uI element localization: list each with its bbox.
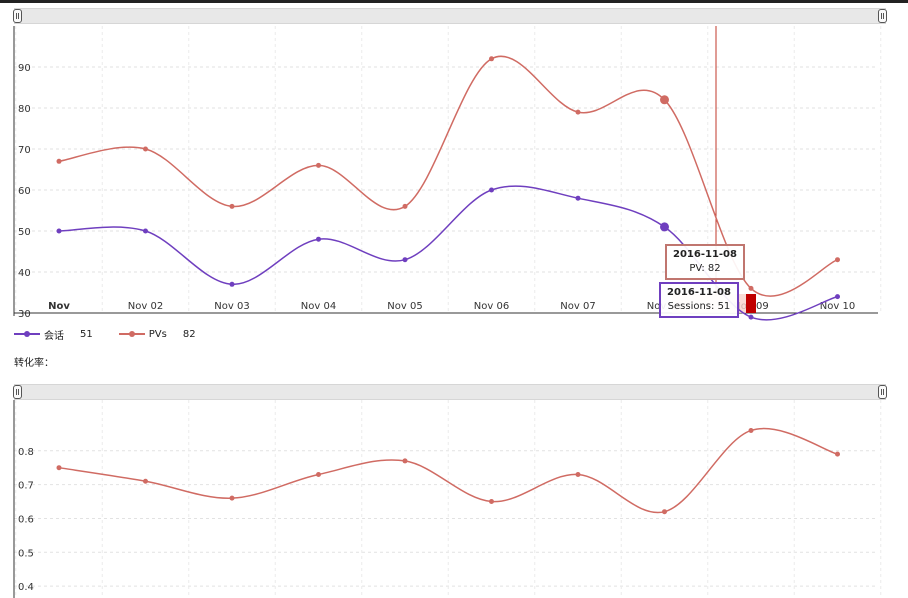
data-point[interactable] [229,495,235,501]
conversion-rate-chart: 0.30.40.50.60.70.8 [13,400,882,598]
y-tick-label: 0.5 [18,548,34,559]
tooltip-pv-value: PV: 82 [689,263,721,274]
y-tick-label: 0.6 [18,514,34,525]
series-line [58,427,838,514]
data-point[interactable] [748,427,754,433]
tooltip-sessions-value: Sessions: 51 [667,301,731,312]
tooltip-sessions: 2016-11-08 Sessions: 51 [659,282,739,318]
data-point[interactable] [143,478,148,484]
data-point[interactable] [662,509,667,515]
tooltip-pv: 2016-11-08 PV: 82 [665,244,745,280]
tooltip-sessions-date: 2016-11-08 [667,287,731,298]
y-tick-label: 0.7 [18,481,34,492]
data-point[interactable] [575,471,581,477]
data-point[interactable] [489,499,494,505]
data-point[interactable] [835,451,840,457]
data-point[interactable] [56,465,62,471]
data-point[interactable] [402,458,408,464]
y-tick-label: 0.8 [18,447,34,458]
data-point[interactable] [316,471,321,477]
y-tick-label: 0.4 [18,582,34,593]
tooltip-pv-date: 2016-11-08 [673,249,737,260]
